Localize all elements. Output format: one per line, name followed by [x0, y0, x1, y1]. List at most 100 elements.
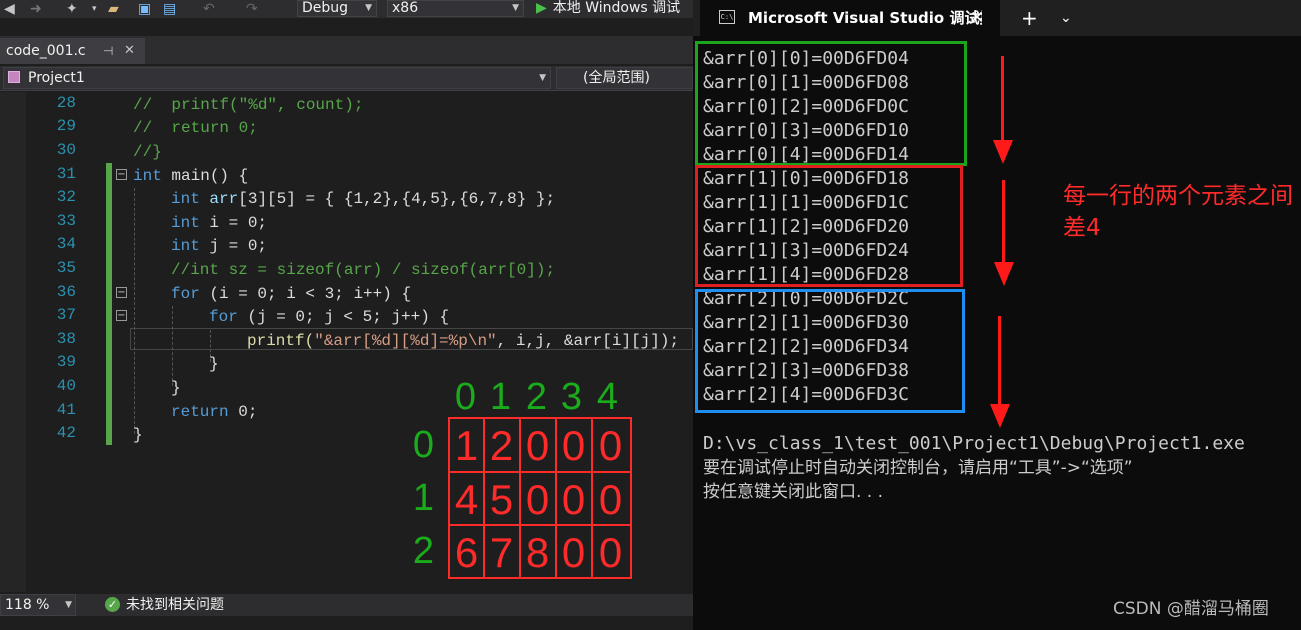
platform-select[interactable]: x86 ▼: [387, 0, 524, 17]
line-number: 33: [56, 212, 76, 230]
status-bar: [0, 594, 693, 616]
code-text: , i,j, &arr[i][j]);: [496, 332, 680, 350]
code-keyword: int: [171, 190, 200, 208]
tab-filename: code_001.c: [6, 43, 86, 59]
array-cell: 4: [454, 476, 479, 523]
redo-icon[interactable]: ↷: [246, 1, 258, 17]
issues-status[interactable]: 未找到相关问题: [126, 594, 224, 616]
line-number: 37: [56, 306, 76, 324]
code-variable: arr: [209, 190, 239, 208]
array-cell: 7: [489, 529, 514, 576]
save-all-icon[interactable]: ▤: [163, 1, 176, 17]
code-text: [3][5] = { {1,2},{4,5},{6,7,8} };: [238, 190, 556, 208]
new-item-icon[interactable]: ✦: [66, 1, 78, 17]
close-icon[interactable]: ✕: [970, 0, 984, 36]
arrow-down-icon: [990, 404, 1010, 428]
console-exit-line: D:\vs_class_1\test_001\Project1\Debug\Pr…: [703, 433, 1245, 454]
row2-highlight-box: [695, 289, 965, 413]
chevron-down-icon: ▼: [365, 3, 372, 13]
code-text: 0;: [228, 403, 258, 421]
array-cell: 0: [525, 422, 550, 469]
dropdown-icon[interactable]: ▾: [92, 1, 97, 17]
indent-guide: [172, 306, 173, 386]
code-text: (i = 0; i < 3; i++) {: [199, 285, 412, 303]
tab-code-file[interactable]: code_001.c ⊣ ✕: [0, 38, 145, 64]
array-cell: 2: [489, 422, 514, 469]
row0-highlight-box: [695, 41, 967, 166]
chevron-down-icon[interactable]: ⌄: [1060, 0, 1072, 36]
code-text: main() {: [161, 167, 249, 185]
code-text: j = 0;: [199, 237, 268, 255]
row1-highlight-box: [695, 165, 963, 287]
code-keyword: for: [171, 285, 200, 303]
line-number: 30: [56, 141, 76, 159]
code-keyword: for: [209, 308, 238, 326]
array-cell: 0: [598, 476, 623, 523]
indicator-margin: [0, 92, 26, 592]
console-press-key-line: 按任意键关闭此窗口. . .: [703, 482, 884, 502]
array-cell: 0: [598, 422, 623, 469]
back-icon[interactable]: ◀: [4, 1, 15, 17]
undo-icon[interactable]: ↶: [203, 1, 215, 17]
line-number: 40: [56, 377, 76, 395]
project-name: Project1: [28, 70, 85, 86]
fold-toggle-icon[interactable]: −: [116, 287, 127, 298]
fold-toggle-icon[interactable]: −: [116, 310, 127, 321]
array-grid: 1 2 0 0 0 4 5 0 0 0 6 7 8 0 0: [448, 417, 632, 579]
fold-toggle-icon[interactable]: −: [116, 169, 127, 180]
run-label: 本地 Windows 调试: [552, 0, 681, 16]
code-text: }: [171, 379, 181, 397]
code-text: }: [133, 426, 143, 444]
arrow-down-icon: [1002, 180, 1005, 266]
open-folder-icon[interactable]: ▰: [108, 1, 119, 17]
line-number: 41: [56, 401, 76, 419]
code-comment: // return 0;: [133, 119, 258, 137]
column-index: 4: [596, 376, 619, 418]
platform-value: x86: [392, 0, 419, 16]
line-number: 38: [56, 330, 76, 348]
line-number: 31: [56, 165, 76, 183]
run-debugger-button[interactable]: ▶ 本地 Windows 调试: [536, 0, 680, 18]
save-icon[interactable]: ▣: [138, 1, 151, 17]
array-cell: 0: [598, 529, 623, 576]
array-cell: 1: [454, 422, 479, 469]
zoom-select[interactable]: 118 % ▼: [0, 594, 76, 616]
code-text: }: [209, 355, 219, 373]
line-number: 36: [56, 283, 76, 301]
console-tab-title: Microsoft Visual Studio 调试控制台: [748, 9, 982, 27]
array-cell: 6: [454, 529, 479, 576]
pin-icon[interactable]: ⊣: [103, 38, 113, 64]
new-tab-button[interactable]: +: [1021, 0, 1038, 36]
play-icon: ▶: [536, 0, 547, 16]
change-indicator-bar: [106, 163, 112, 445]
indent-guide: [134, 188, 135, 434]
annotation-text: 每一行的两个元素之间差4: [1063, 183, 1293, 241]
array-cell: 5: [489, 476, 514, 523]
line-number: 29: [56, 117, 76, 135]
code-comment: //}: [133, 143, 162, 161]
code-string: "&arr[%d][%d]=%p\n": [314, 332, 497, 350]
line-number: 42: [56, 424, 76, 442]
code-function: printf(: [247, 332, 315, 350]
code-keyword: int: [133, 167, 162, 185]
arrow-down-icon: [1001, 56, 1004, 144]
project-select[interactable]: Project1 ▼: [3, 67, 551, 89]
forward-icon[interactable]: ➜: [30, 1, 42, 17]
chevron-down-icon: ▼: [539, 73, 546, 83]
column-index: 1: [489, 376, 512, 418]
code-keyword: return: [171, 403, 229, 421]
line-number: 34: [56, 235, 76, 253]
grid-line: [630, 417, 632, 579]
close-icon[interactable]: ✕: [124, 38, 135, 64]
column-index: 2: [525, 376, 548, 418]
code-comment: //int sz = sizeof(arr) / sizeof(arr[0]);: [171, 261, 556, 279]
array-cell: 8: [525, 529, 550, 576]
column-index: 0: [454, 376, 477, 418]
chevron-down-icon: ▼: [65, 600, 72, 610]
chevron-down-icon: ▼: [512, 3, 519, 13]
row-index: 1: [412, 477, 435, 519]
toolbar: ◀ ➜ ✦ ▾ ▰ ▣ ▤ ↶ ↷ Debug ▼ x86 ▼ ▶ 本地 Wind…: [0, 0, 693, 18]
config-select[interactable]: Debug ▼: [297, 0, 377, 17]
scope-select[interactable]: (全局范围): [556, 67, 693, 89]
check-circle-icon: ✓: [105, 597, 120, 612]
